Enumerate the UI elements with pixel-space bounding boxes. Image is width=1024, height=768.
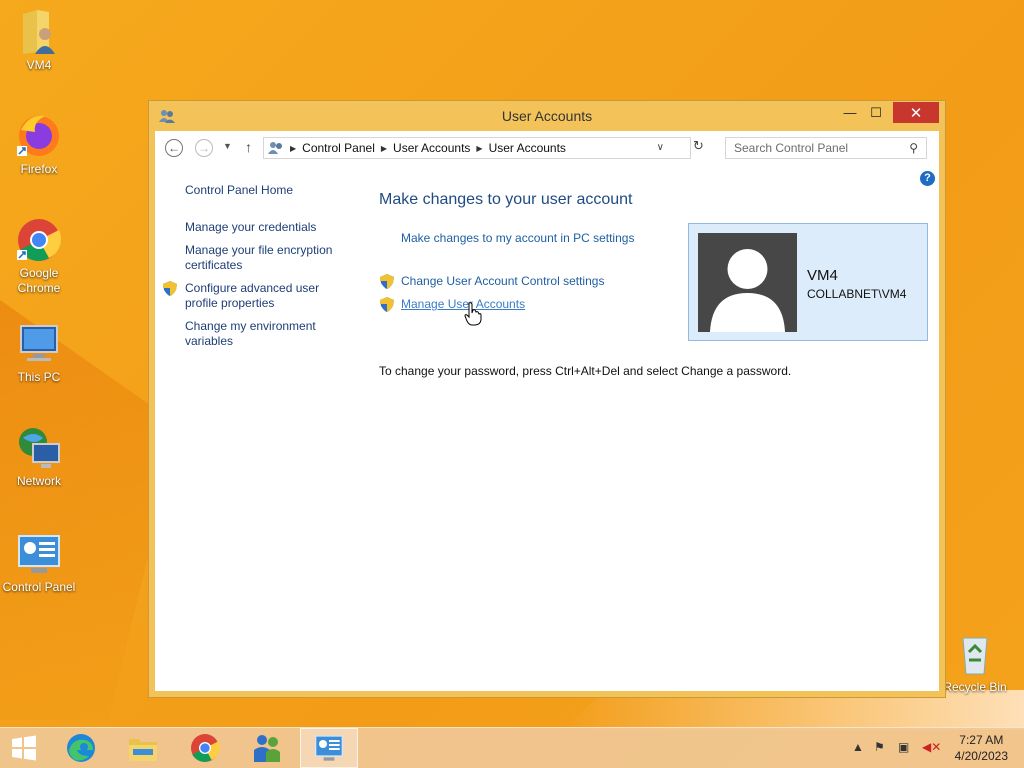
refresh-icon[interactable]: ↻ [693,138,704,154]
desktop-icon-this-pc[interactable]: This PC [0,320,78,385]
shield-icon [380,297,394,312]
page-title: Make changes to your user account [379,191,633,208]
user-name: VM4 [807,267,838,284]
manage-encryption-certificates-link[interactable]: Manage your file encryption certificates [185,243,355,273]
desktop-icon-label: Recycle Bin [943,680,1007,694]
control-panel-home-link[interactable]: Control Panel Home [185,183,355,198]
manage-credentials-link[interactable]: Manage your credentials [185,220,355,235]
breadcrumb-user-accounts[interactable]: User Accounts [387,141,476,155]
desktop-icon-vm4[interactable]: VM4 [0,8,78,73]
desktop-icon-label: Network [16,474,61,488]
control-panel-icon [15,530,63,578]
left-navigation: Control Panel Home Manage your credentia… [163,183,355,357]
windows-logo-icon [12,735,36,761]
address-box[interactable]: ▶ Control Panel ▶ User Accounts ▶ User A… [263,137,691,159]
back-button[interactable]: ← [165,139,183,157]
up-button[interactable]: ↑ [245,139,252,155]
control-panel-icon [315,735,343,761]
breadcrumb-control-panel[interactable]: Control Panel [296,141,381,155]
taskbar-edge[interactable] [52,728,110,768]
minimize-button[interactable]: — [837,102,863,123]
recycle-bin-icon [951,630,999,678]
desktop-icon-label: This PC [17,370,61,384]
clock[interactable]: 7:27 AM 4/20/2023 [955,732,1008,764]
avatar [698,233,797,332]
title-bar[interactable]: User Accounts — ☐ ✕ [149,101,945,131]
clock-time: 7:27 AM [959,733,1004,747]
action-center-flag-icon[interactable]: ⚑ [874,740,885,754]
taskbar-people[interactable] [238,728,296,768]
control-panel-small-icon [264,140,284,157]
desktop-icon-control-panel[interactable]: Control Panel [0,530,78,595]
chrome-icon [191,734,220,762]
clock-date: 4/20/2023 [954,749,1008,763]
desktop-icon-label: Control Panel [2,580,76,594]
desktop-icon-label: VM4 [26,58,52,72]
network-icon [15,424,63,472]
pc-settings-link[interactable]: Make changes to my account in PC setting… [401,231,634,245]
hand-cursor-icon [464,302,482,326]
taskbar-control-panel[interactable] [300,728,358,768]
user-accounts-window: User Accounts — ☐ ✕ ← → ▼ ↑ ▶ Control Pa… [148,100,946,698]
search-input[interactable]: Search Control Panel ⚲ [725,137,927,159]
password-note: To change your password, press Ctrl+Alt+… [379,364,792,378]
start-button[interactable] [0,728,48,768]
chrome-icon [15,216,63,264]
desktop-icon-recycle-bin[interactable]: Recycle Bin [936,630,1014,695]
people-icon [254,735,280,762]
content-pane: ? Control Panel Home Manage your credent… [155,167,939,691]
desktop-icon-label: Firefox [20,162,58,176]
window-title: User Accounts [501,108,593,124]
uac-settings-link[interactable]: Change User Account Control settings [401,274,604,288]
edge-icon [67,734,95,762]
recent-locations-dropdown[interactable]: ▼ [223,141,232,151]
user-domain: COLLABNET\VM4 [807,287,907,301]
show-hidden-icons-icon[interactable]: ▲ [852,740,864,754]
taskbar: ▲ ⚑ ▣ ◀✕ 7:27 AM 4/20/2023 [0,727,1024,768]
user-folder-icon [15,8,63,56]
computer-icon [15,320,63,368]
address-bar: ← → ▼ ↑ ▶ Control Panel ▶ User Accounts … [155,131,939,167]
shield-icon [380,274,394,289]
desktop-icon-chrome[interactable]: Google Chrome [0,216,78,296]
folder-icon [129,739,157,761]
firefox-icon [15,112,63,160]
close-button[interactable]: ✕ [893,102,939,123]
breadcrumb-separator: ▶ [290,143,297,153]
desktop-icon-network[interactable]: Network [0,424,78,489]
taskbar-chrome[interactable] [176,728,234,768]
chevron-down-icon[interactable]: ∨ [657,142,664,153]
advanced-profile-properties-link[interactable]: Configure advanced user profile properti… [163,281,355,311]
shield-icon [163,281,177,296]
help-icon[interactable]: ? [920,171,935,186]
taskbar-file-explorer[interactable] [114,728,172,768]
volume-muted-icon[interactable]: ◀✕ [922,740,941,754]
desktop-icon-firefox[interactable]: Firefox [0,112,78,177]
environment-variables-link[interactable]: Change my environment variables [185,319,355,349]
user-account-card[interactable]: VM4 COLLABNET\VM4 [688,223,928,341]
advanced-profile-properties-label: Configure advanced user profile properti… [185,281,320,310]
forward-button[interactable]: → [195,139,213,157]
search-icon[interactable]: ⚲ [909,141,918,155]
breadcrumb-user-accounts-current[interactable]: User Accounts [483,141,572,155]
maximize-button[interactable]: ☐ [863,102,889,123]
search-placeholder: Search Control Panel [734,141,849,155]
network-tray-icon[interactable]: ▣ [898,740,909,754]
desktop-icon-label: Google Chrome [17,266,61,295]
